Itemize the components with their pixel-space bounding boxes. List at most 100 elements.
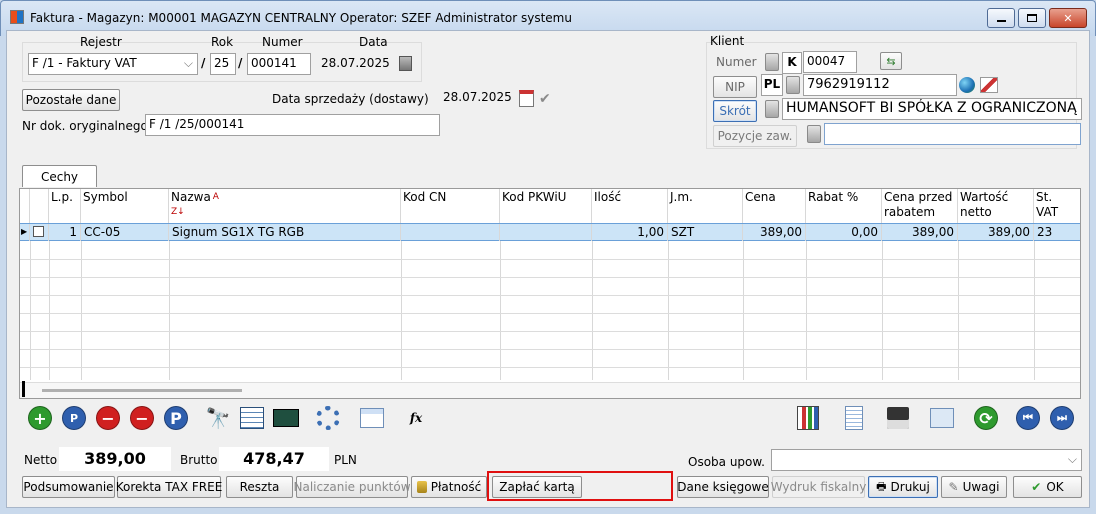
table-row[interactable] [20, 314, 1080, 332]
klient-numer-prefix[interactable]: K [782, 52, 802, 74]
skrot-button[interactable]: Skrót [713, 100, 757, 122]
wydruk-fiskalny-button[interactable]: Wydruk fiskalny [771, 476, 866, 498]
column-header-wartosc[interactable]: Wartość netto [958, 189, 1034, 223]
netto-label: Netto [24, 453, 58, 467]
maximize-button[interactable] [1018, 8, 1046, 28]
maximize-icon [1027, 14, 1037, 22]
cell-ilosc: 1,00 [592, 224, 668, 241]
numer-field[interactable]: 000141 [247, 53, 311, 75]
column-header-kod-pkwiu[interactable]: Kod PKWiU [500, 189, 592, 223]
pozycje-zaw-button[interactable]: Pozycje zaw. [713, 125, 797, 147]
cell-symbol: CC-05 [81, 224, 169, 241]
calendar-icon[interactable] [519, 90, 534, 107]
bar-chart-icon[interactable] [794, 404, 822, 432]
column-header-nazwa[interactable]: Nazwa A Z↓ [169, 189, 401, 223]
refresh-icon[interactable]: ⟳ [972, 404, 1000, 432]
separator: / [201, 56, 206, 70]
spreadsheet-icon[interactable] [238, 404, 266, 432]
window-chart-icon[interactable] [358, 404, 386, 432]
items-table[interactable]: L.p. Symbol Nazwa A Z↓ Kod CN Kod PKWiU Il… [19, 188, 1081, 399]
nip-field[interactable]: 7962919112 [803, 74, 957, 96]
column-header-cena-przed[interactable]: Cena przed rabatem [882, 189, 958, 223]
table-row[interactable] [20, 296, 1080, 314]
data-value: 28.07.2025 [321, 56, 390, 70]
uwagi-label: Uwagi [962, 480, 1000, 494]
column-header-label: Ilość [594, 190, 622, 204]
column-header-ilosc[interactable]: Ilość [592, 189, 668, 223]
table-row[interactable] [20, 278, 1080, 296]
reszta-button[interactable]: Reszta [226, 476, 293, 498]
drukuj-button[interactable]: 🖶 Drukuj [868, 476, 938, 498]
search-icon[interactable]: P [60, 404, 88, 432]
checkmark-icon[interactable]: ✔ [539, 91, 551, 107]
minimize-button[interactable] [987, 8, 1015, 28]
korekta-tax-free-button[interactable]: Korekta TAX FREE [116, 476, 222, 498]
rejestr-select[interactable]: F /1 - Faktury VAT ⌵ [28, 53, 198, 75]
klient-numer-field[interactable]: 00047 [803, 51, 857, 73]
column-header-label: Nazwa [171, 190, 211, 204]
column-header-label: L.p. [51, 190, 73, 204]
platnosc-button[interactable]: Płatność [411, 476, 487, 498]
column-header-symbol[interactable]: Symbol [81, 189, 169, 223]
close-button[interactable]: ✕ [1049, 8, 1087, 28]
osoba-select[interactable]: ⌵ [771, 449, 1082, 471]
save-icon[interactable] [884, 404, 912, 432]
check-icon: ✔ [1031, 480, 1042, 494]
skrot-field[interactable]: HUMANSOFT BI SPÓŁKA Z OGRANICZONĄ [782, 98, 1082, 120]
table-row[interactable]: ▶ 1 CC-05 Signum SG1X TG RGB 1,00 SZT 38… [20, 223, 1080, 241]
document-icon[interactable] [840, 404, 868, 432]
column-header-label: Symbol [83, 190, 128, 204]
refresh-client-icon[interactable]: ⇆ [880, 52, 902, 70]
delete-icon[interactable]: − [94, 404, 122, 432]
scrollbar-thumb[interactable] [42, 389, 242, 392]
lock-icon [765, 53, 779, 71]
calculator-icon[interactable] [399, 56, 412, 71]
pozostale-dane-button[interactable]: Pozostałe dane [22, 89, 120, 111]
add-icon[interactable]: + [26, 404, 54, 432]
p-icon[interactable]: P [162, 404, 190, 432]
nip-button[interactable]: NIP [713, 76, 757, 98]
tab-cechy[interactable]: Cechy [22, 165, 97, 187]
checkbox-header [30, 189, 49, 223]
currency-label: PLN [334, 453, 357, 467]
ok-button[interactable]: ✔ OK [1013, 476, 1082, 498]
column-header-cena[interactable]: Cena [743, 189, 806, 223]
pozycje-field[interactable] [824, 123, 1081, 145]
nip-prefix[interactable]: PL [761, 74, 783, 96]
vat-check-icon[interactable] [980, 77, 998, 93]
column-header-kod-cn[interactable]: Kod CN [401, 189, 500, 223]
naliczanie-punktow-button[interactable]: Naliczanie punktów [293, 476, 411, 498]
row-marker [22, 381, 25, 397]
row-checkbox[interactable] [30, 224, 49, 241]
column-header-lp[interactable]: L.p. [49, 189, 81, 223]
column-header-label: St. [1036, 190, 1053, 204]
calculator-icon[interactable] [272, 404, 300, 432]
binoculars-icon[interactable]: 🔭 [204, 404, 232, 432]
column-header-jm[interactable]: J.m. [668, 189, 743, 223]
chevron-down-icon: ⌵ [183, 56, 193, 70]
rok-field[interactable]: 25 [210, 53, 236, 75]
column-header-vat[interactable]: St. VAT [1034, 189, 1080, 223]
table-row[interactable] [20, 350, 1080, 368]
gears-icon[interactable] [314, 404, 342, 432]
podsumowanie-button[interactable]: Podsumowanie [22, 476, 115, 498]
next-icon[interactable]: ⏭ [1048, 404, 1076, 432]
horizontal-scrollbar[interactable] [20, 382, 1080, 398]
windows-icon[interactable] [928, 404, 956, 432]
table-row[interactable] [20, 332, 1080, 350]
previous-icon[interactable]: ⏮ [1014, 404, 1042, 432]
cell-nazwa: Signum SG1X TG RGB [169, 224, 401, 241]
table-row[interactable] [20, 260, 1080, 278]
globe-icon[interactable] [959, 77, 975, 93]
delete-checked-icon[interactable]: − [128, 404, 156, 432]
brutto-label: Brutto [180, 453, 218, 467]
table-row[interactable] [20, 242, 1080, 260]
function-icon[interactable]: fx [402, 404, 430, 432]
data-sprzedazy-field[interactable]: 28.07.2025 [440, 88, 518, 110]
highlight-frame [487, 471, 673, 501]
column-header-rabat[interactable]: Rabat % [806, 189, 882, 223]
dane-ksiegowe-button[interactable]: Dane księgowe [677, 476, 769, 498]
nr-dok-field[interactable]: F /1 /25/000141 [145, 114, 440, 136]
data-sprzedazy-label: Data sprzedaży (dostawy) [272, 92, 429, 106]
uwagi-button[interactable]: ✎ Uwagi [941, 476, 1007, 498]
